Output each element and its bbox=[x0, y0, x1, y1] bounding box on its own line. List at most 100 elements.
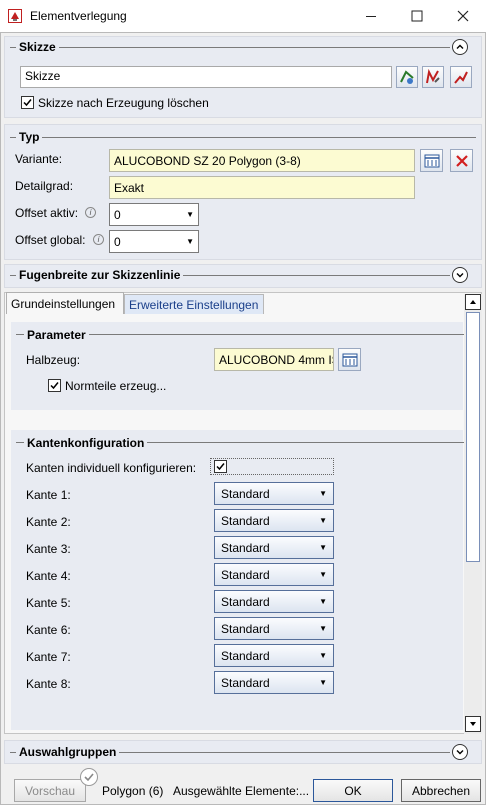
scrollbar-thumb[interactable] bbox=[466, 312, 480, 562]
delete-sketch-checkbox[interactable] bbox=[21, 96, 34, 109]
normteile-label: Normteile erzeug... bbox=[65, 379, 167, 393]
chevron-down-icon: ▼ bbox=[319, 678, 327, 687]
preview-check-icon bbox=[80, 768, 98, 786]
kante-5-label: Kante 5: bbox=[26, 596, 71, 610]
kante-3-label: Kante 3: bbox=[26, 542, 71, 556]
kante-1-value: Standard bbox=[221, 486, 270, 501]
scroll-down-button[interactable] bbox=[465, 716, 481, 732]
tab-erweiterte-einstellungen[interactable]: Erweiterte Einstellungen bbox=[124, 294, 264, 314]
kante-3-select[interactable]: Standard ▼ bbox=[214, 536, 334, 559]
arrow-down-icon bbox=[470, 722, 476, 726]
selected-elements-status: Ausgewählte Elemente:... bbox=[173, 784, 310, 798]
typ-section-title: Typ bbox=[16, 130, 43, 144]
kante-1-select[interactable]: Standard ▼ bbox=[214, 482, 334, 505]
variante-browse-button[interactable] bbox=[420, 149, 443, 172]
kante-4-label: Kante 4: bbox=[26, 569, 71, 583]
kante-7-select[interactable]: Standard ▼ bbox=[214, 644, 334, 667]
kante-4-select[interactable]: Standard ▼ bbox=[214, 563, 334, 586]
kante-3-value: Standard bbox=[221, 540, 270, 555]
chevron-down-icon: ▼ bbox=[319, 651, 327, 660]
sketch-draw-icon bbox=[454, 71, 468, 84]
parameter-section-title: Parameter bbox=[24, 328, 89, 342]
kante-2-label: Kante 2: bbox=[26, 515, 71, 529]
kanten-individuell-checkbox[interactable] bbox=[214, 460, 227, 473]
kante-6-select[interactable]: Standard ▼ bbox=[214, 617, 334, 640]
offset-aktiv-value: 0 bbox=[114, 207, 121, 222]
typ-divider bbox=[10, 137, 476, 138]
window-title: Elementverlegung bbox=[30, 9, 127, 23]
kanten-individuell-focus bbox=[210, 458, 334, 475]
catalog-icon bbox=[342, 353, 357, 366]
sketch-pick-icon bbox=[400, 70, 414, 84]
kante-5-select[interactable]: Standard ▼ bbox=[214, 590, 334, 613]
auswahl-section-title: Auswahlgruppen bbox=[16, 745, 120, 759]
offset-global-select[interactable]: 0 ▼ bbox=[109, 230, 199, 253]
fugen-section-title: Fugenbreite zur Skizzenlinie bbox=[16, 268, 184, 282]
skizze-section-title: Skizze bbox=[16, 40, 59, 54]
cancel-button[interactable]: Abbrechen bbox=[401, 779, 481, 802]
detailgrad-label: Detailgrad: bbox=[15, 179, 74, 193]
variante-label: Variante: bbox=[15, 152, 63, 166]
sketch-edit-icon bbox=[426, 68, 440, 84]
draw-sketch-button[interactable] bbox=[450, 66, 472, 88]
chevron-down-icon: ▼ bbox=[186, 210, 194, 219]
kante-6-label: Kante 6: bbox=[26, 623, 71, 637]
chevron-up-icon bbox=[456, 44, 464, 49]
kante-2-select[interactable]: Standard ▼ bbox=[214, 509, 334, 532]
normteile-checkbox[interactable] bbox=[48, 379, 61, 392]
info-icon[interactable]: i bbox=[85, 207, 96, 218]
pick-sketch-button[interactable] bbox=[396, 66, 418, 88]
delete-x-icon bbox=[455, 154, 468, 167]
chevron-down-icon: ▼ bbox=[319, 624, 327, 633]
info-icon[interactable]: i bbox=[93, 234, 104, 245]
kante-4-value: Standard bbox=[221, 567, 270, 582]
kante-2-value: Standard bbox=[221, 513, 270, 528]
chevron-down-icon: ▼ bbox=[319, 597, 327, 606]
chevron-down-icon: ▼ bbox=[319, 570, 327, 579]
checkmark-icon bbox=[50, 382, 59, 390]
kante-8-select[interactable]: Standard ▼ bbox=[214, 671, 334, 694]
offset-aktiv-label: Offset aktiv: bbox=[15, 206, 79, 220]
chevron-down-icon: ▼ bbox=[319, 489, 327, 498]
close-window-button[interactable] bbox=[440, 0, 486, 32]
fugen-expand-button[interactable] bbox=[452, 267, 468, 283]
kante-8-value: Standard bbox=[221, 675, 270, 690]
arrow-up-icon bbox=[470, 300, 476, 304]
offset-global-value: 0 bbox=[114, 234, 121, 249]
edit-sketch-button[interactable] bbox=[422, 66, 444, 88]
checkmark-icon bbox=[216, 463, 225, 471]
catalog-icon bbox=[424, 154, 439, 167]
detailgrad-field[interactable]: Exakt bbox=[109, 176, 415, 199]
app-icon bbox=[8, 9, 22, 23]
kanten-section-title: Kantenkonfiguration bbox=[24, 436, 148, 450]
chevron-down-icon bbox=[456, 750, 464, 755]
kante-7-value: Standard bbox=[221, 648, 270, 663]
halbzeug-field[interactable]: ALUCOBOND 4mm ISO bbox=[214, 348, 334, 371]
skizze-divider bbox=[10, 47, 450, 48]
skizze-collapse-button[interactable] bbox=[452, 39, 468, 55]
kante-6-value: Standard bbox=[221, 621, 270, 636]
ok-button[interactable]: OK bbox=[313, 779, 393, 802]
kante-5-value: Standard bbox=[221, 594, 270, 609]
kante-1-label: Kante 1: bbox=[26, 488, 71, 502]
tab-grundeinstellungen[interactable]: Grundeinstellungen bbox=[6, 292, 124, 314]
preview-button[interactable]: Vorschau bbox=[14, 779, 86, 802]
variante-clear-button[interactable] bbox=[450, 149, 473, 172]
offset-aktiv-select[interactable]: 0 ▼ bbox=[109, 203, 199, 226]
kante-8-label: Kante 8: bbox=[26, 677, 71, 691]
chevron-down-icon: ▼ bbox=[319, 543, 327, 552]
chevron-down-icon: ▼ bbox=[319, 516, 327, 525]
title-bar: Elementverlegung bbox=[0, 0, 486, 32]
halbzeug-browse-button[interactable] bbox=[338, 348, 361, 371]
minimize-button[interactable] bbox=[348, 0, 394, 32]
polygon-status: Polygon (6) bbox=[102, 784, 164, 798]
variante-field[interactable]: ALUCOBOND SZ 20 Polygon (3-8) bbox=[109, 149, 415, 172]
auswahl-expand-button[interactable] bbox=[452, 744, 468, 760]
chevron-down-icon bbox=[456, 273, 464, 278]
maximize-button[interactable] bbox=[394, 0, 440, 32]
checkmark-icon bbox=[23, 99, 32, 107]
sketch-input[interactable]: Skizze bbox=[20, 66, 392, 88]
kante-7-label: Kante 7: bbox=[26, 650, 71, 664]
scroll-up-button[interactable] bbox=[465, 294, 481, 310]
chevron-down-icon: ▼ bbox=[186, 237, 194, 246]
